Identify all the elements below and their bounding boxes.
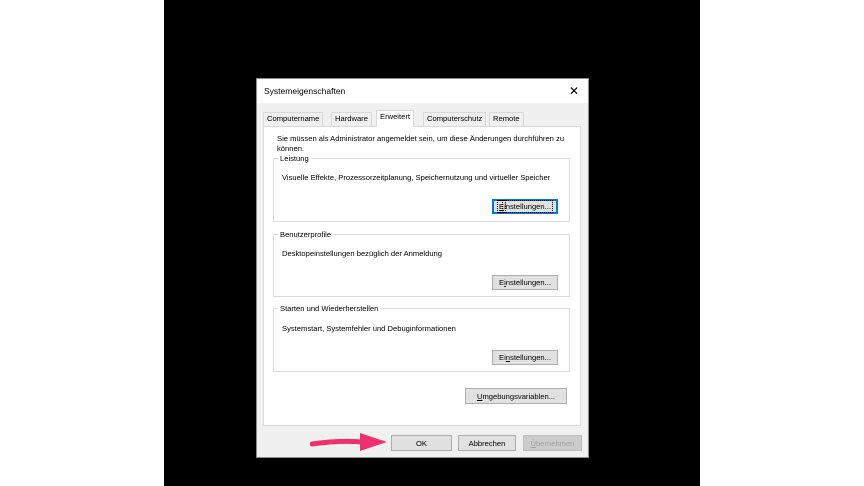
- tab-computername[interactable]: Computername: [263, 112, 324, 126]
- tab-computerschutz[interactable]: Computerschutz: [423, 112, 487, 126]
- dialog-title: Systemeigenschaften: [264, 86, 346, 96]
- tab-erweitert[interactable]: Erweitert: [376, 110, 414, 127]
- group-startup-recovery-title: Starten und Wiederherstellen: [280, 304, 379, 313]
- apply-button-label: Übernehmen: [530, 438, 575, 448]
- group-performance-title: Leistung: [280, 154, 309, 163]
- performance-settings-button[interactable]: Einstellungen...: [492, 199, 558, 214]
- pointer-arrow-icon: [310, 433, 387, 451]
- tab-hardware[interactable]: Hardware: [331, 112, 372, 126]
- user-profiles-description: Desktopeinstellungen bezüglich der Anmel…: [282, 249, 442, 258]
- startup-recovery-description: Systemstart, Systemfehler und Debuginfor…: [282, 324, 456, 333]
- user-profiles-settings-button[interactable]: Einstellungen...: [492, 275, 558, 290]
- close-icon[interactable]: ✕: [560, 79, 588, 103]
- user-profiles-settings-label: Einstellungen...: [499, 278, 551, 287]
- group-user-profiles-title: Benutzerprofile: [280, 230, 332, 239]
- admin-note: Sie müssen als Administrator angemeldet …: [277, 134, 565, 153]
- environment-variables-label: Umgebungsvariablen...: [476, 391, 556, 401]
- system-properties-dialog: Systemeigenschaften ✕ Computername Hardw…: [256, 78, 589, 458]
- cancel-button[interactable]: Abbrechen: [458, 435, 516, 451]
- performance-description: Visuelle Effekte, Prozessorzeitplanung, …: [282, 173, 551, 182]
- apply-button[interactable]: Übernehmen: [523, 435, 582, 451]
- environment-variables-button[interactable]: Umgebungsvariablen...: [465, 388, 567, 404]
- title-bar: Systemeigenschaften ✕: [257, 79, 588, 103]
- ok-button[interactable]: OK: [391, 435, 452, 451]
- performance-settings-label: Einstellungen...: [496, 200, 553, 213]
- startup-recovery-settings-button[interactable]: Einstellungen...: [492, 350, 558, 365]
- tab-remote[interactable]: Remote: [489, 112, 524, 126]
- startup-recovery-settings-label: Einstellungen...: [499, 353, 551, 362]
